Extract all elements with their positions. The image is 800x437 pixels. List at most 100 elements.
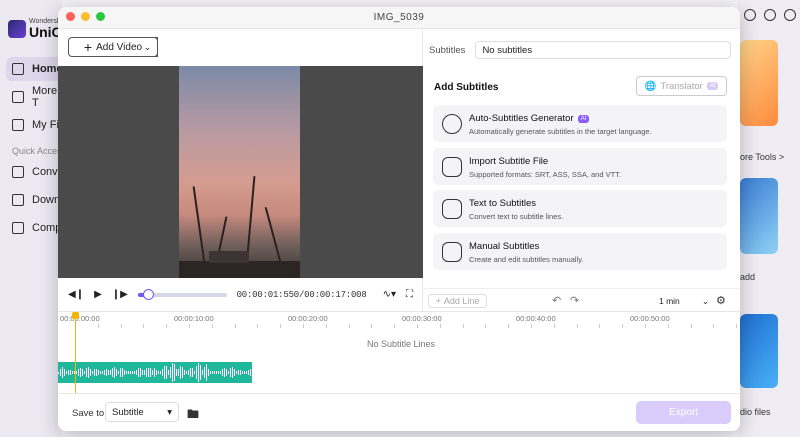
video-frame <box>179 66 300 278</box>
waveform-bar <box>122 368 123 377</box>
save-to-select[interactable]: Subtitle ▾ <box>105 402 179 422</box>
waveform-bar <box>102 371 103 374</box>
sidebar-item-label: My Fil <box>32 119 62 131</box>
ruler-tick <box>189 324 190 328</box>
ruler-tick-label: 00:00:30:00 <box>402 314 442 323</box>
waveform-bar <box>72 371 73 374</box>
chat-icon[interactable] <box>764 9 776 21</box>
waveform-bar <box>142 370 143 375</box>
timeline-ruler[interactable]: 00:00:00:00 00:00:10:00 00:00:20:00 00:00:3… <box>58 312 740 328</box>
ruler-tick <box>371 324 373 328</box>
video-preview[interactable] <box>58 66 423 278</box>
waveform-bar <box>250 368 251 377</box>
waveform-bar <box>154 368 155 377</box>
option-description: Convert text to subtitle lines. <box>469 212 564 221</box>
waveform-bar <box>120 368 121 377</box>
player-controls: ◀❙ ▶ ❙▶ 00:00:01:550/00:00:17:008 ∿▾ ⛶ <box>58 278 423 311</box>
waveform-bar <box>240 369 241 376</box>
sidebar-item-home[interactable]: Home <box>6 57 66 81</box>
add-line-button[interactable]: + Add Line <box>428 294 487 308</box>
sidebar-item-downloader[interactable]: Downl <box>6 188 66 212</box>
waveform-bar <box>214 371 215 374</box>
waveform-bar <box>212 370 213 375</box>
waveform-bar <box>148 367 149 378</box>
waveform-bar <box>144 369 145 376</box>
card-caption-add: add <box>740 272 756 282</box>
waveform-bar <box>110 370 111 375</box>
fullscreen-icon[interactable]: ⛶ <box>406 289 413 300</box>
sidebar-item-more-tools[interactable]: More T <box>6 85 66 109</box>
waveform-bar <box>96 369 97 376</box>
waveform-bar <box>114 367 115 378</box>
auto-subtitle-icon <box>442 114 462 134</box>
translate-icon: 🌐 <box>644 80 657 92</box>
ruler-tick <box>576 324 578 328</box>
more-tools-link[interactable]: ore Tools > <box>740 152 784 162</box>
waveform-bar <box>158 371 159 374</box>
ruler-tick-label: 00:00:10:00 <box>174 314 214 323</box>
previous-frame-icon[interactable]: ◀❙ <box>68 289 84 300</box>
auto-subtitles-option[interactable]: Auto-Subtitles Generator AI Automaticall… <box>433 105 727 142</box>
waveform-bar <box>130 371 131 374</box>
tool-card[interactable] <box>740 178 778 254</box>
waveform-bar <box>146 367 147 378</box>
ruler-tick <box>439 324 441 328</box>
audio-waveform-icon[interactable]: ∿▾ <box>383 289 396 300</box>
waveform-bar <box>160 371 161 374</box>
waveform-bar <box>138 367 139 378</box>
manual-subtitles-option[interactable]: Manual Subtitles Create and edit subtitl… <box>433 233 727 270</box>
waveform-bar <box>176 368 177 377</box>
waveform-bar <box>166 366 167 379</box>
ruler-tick <box>531 324 532 328</box>
waveform-bar <box>192 368 193 377</box>
audio-waveform-track[interactable] <box>58 362 252 383</box>
ruler-tick <box>622 324 624 328</box>
save-to-value: Subtitle <box>112 406 144 418</box>
video-pane: + Add Video ⌄ ◀❙ ▶ ❙▶ 00:00:01:550/00:00… <box>58 29 423 311</box>
duration-select[interactable]: 1 min ⌄ <box>659 294 709 308</box>
convert-icon <box>12 166 24 178</box>
add-video-dropdown[interactable]: ⌄ <box>138 37 158 57</box>
manual-subtitle-icon <box>442 242 462 262</box>
playhead-handle[interactable] <box>72 312 79 319</box>
folder-icon[interactable]: 🖿 <box>187 405 199 426</box>
promo-card[interactable] <box>740 40 778 126</box>
subtitles-select[interactable]: No subtitles <box>475 41 732 59</box>
text-to-subtitles-option[interactable]: Text to Subtitles Convert text to subtit… <box>433 190 727 227</box>
timeline[interactable]: 00:00:00:00 00:00:10:00 00:00:20:00 00:00:3… <box>58 311 740 394</box>
playhead[interactable] <box>75 312 76 394</box>
tool-card-2[interactable] <box>740 314 778 388</box>
waveform-bar <box>150 368 151 377</box>
waveform-bar <box>126 371 127 374</box>
waveform-bar <box>198 362 199 383</box>
import-subtitle-option[interactable]: Import Subtitle File Supported formats: … <box>433 148 727 185</box>
waveform-bar <box>228 371 229 374</box>
brand-logo <box>8 19 26 38</box>
export-button[interactable]: Export <box>636 401 731 424</box>
redo-icon[interactable]: ↷ <box>570 294 579 307</box>
sidebar-item-compressor[interactable]: Comp <box>6 216 66 240</box>
next-frame-icon[interactable]: ❙▶ <box>112 289 128 300</box>
waveform-bar <box>226 368 227 377</box>
ruler-tick-label: 00:00:50:00 <box>630 314 670 323</box>
subtitle-settings-icon[interactable]: ⚙ <box>716 294 726 307</box>
waveform-bar <box>188 370 189 375</box>
option-description: Supported formats: SRT, ASS, SSA, and VT… <box>469 170 622 179</box>
sidebar-item-my-files[interactable]: My Fil <box>6 113 66 137</box>
ruler-tick <box>97 324 99 328</box>
progress-knob[interactable] <box>143 288 155 300</box>
bell-icon[interactable] <box>744 9 756 21</box>
support-icon[interactable] <box>784 9 796 21</box>
waveform-bar <box>190 368 191 377</box>
chevron-down-icon: ⌄ <box>143 41 152 52</box>
undo-icon[interactable]: ↶ <box>552 294 561 307</box>
waveform-bar <box>124 369 125 376</box>
waveform-bar <box>86 367 87 378</box>
translator-button[interactable]: 🌐 Translator AI <box>636 76 727 96</box>
ruler-tick <box>303 324 304 328</box>
download-icon <box>12 194 24 206</box>
sidebar-item-converter[interactable]: Conve <box>6 160 66 184</box>
playback-progress[interactable] <box>137 288 227 300</box>
play-icon[interactable]: ▶ <box>94 289 102 300</box>
waveform-bar <box>100 371 101 374</box>
